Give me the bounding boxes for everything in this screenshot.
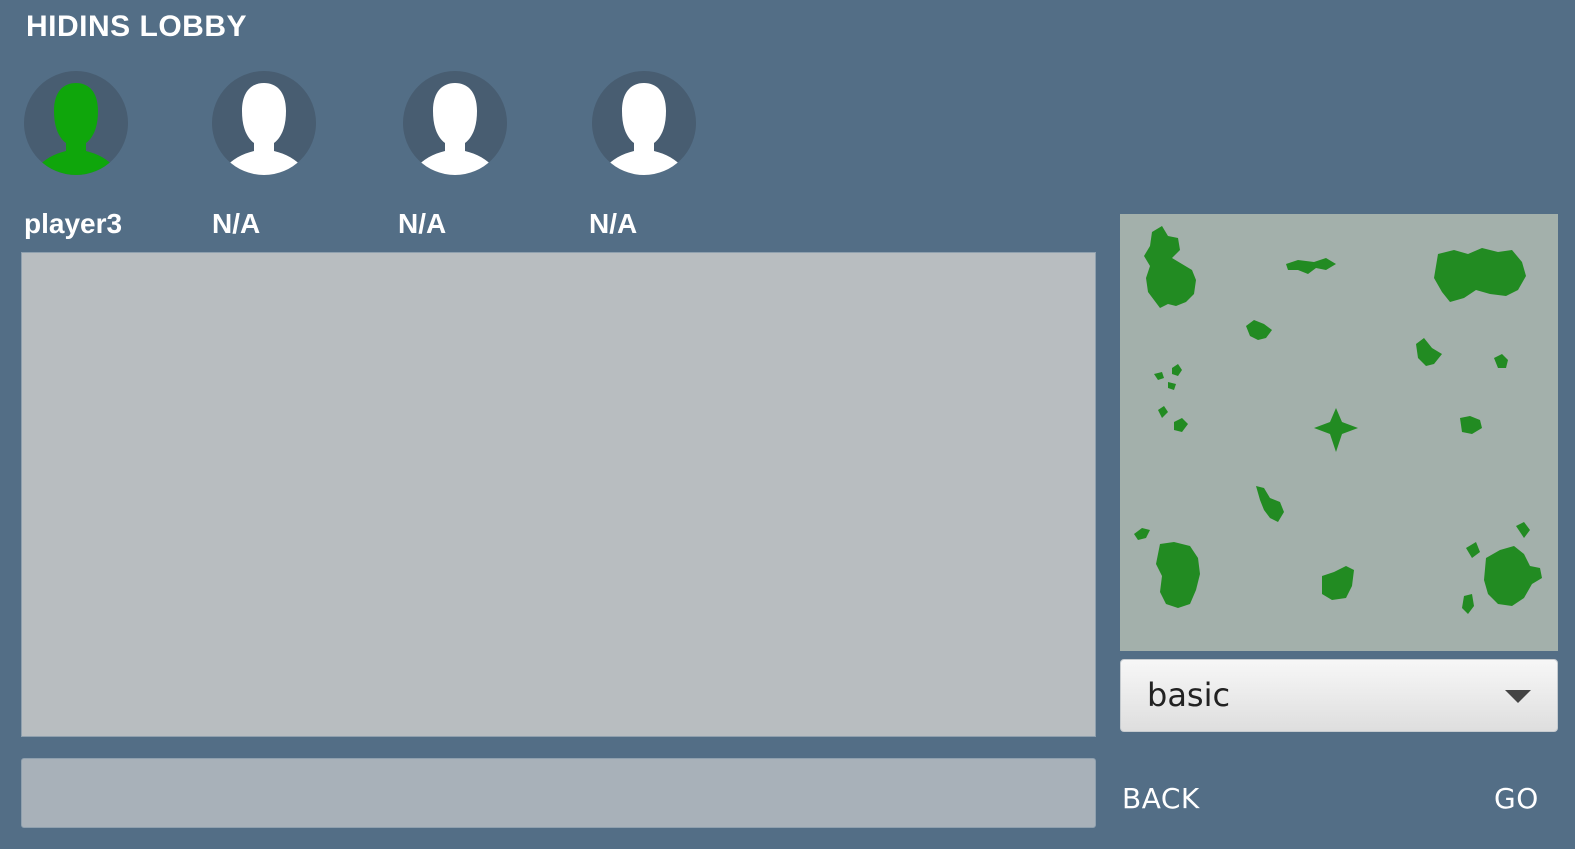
map-select-value: basic <box>1147 676 1231 714</box>
player-slot-2-avatar <box>212 71 316 175</box>
player-slot-1-avatar <box>24 71 128 175</box>
lobby-title: HIDINS LOBBY <box>26 10 248 43</box>
player-slot-3-avatar <box>403 71 507 175</box>
map-select-dropdown[interactable]: basic <box>1120 659 1558 732</box>
person-silhouette-icon <box>415 83 495 175</box>
go-button[interactable]: GO <box>1494 782 1539 815</box>
chat-log[interactable] <box>21 252 1096 737</box>
player-slot-1-name: player3 <box>24 208 123 239</box>
map-preview-image <box>1134 226 1542 614</box>
person-silhouette-icon <box>224 83 304 175</box>
chevron-down-icon <box>1505 690 1531 703</box>
map-preview <box>1120 214 1558 651</box>
chat-input[interactable] <box>21 758 1096 828</box>
person-silhouette-icon <box>36 83 116 175</box>
player-slot-2-name: N/A <box>212 208 261 239</box>
player-slot-4-avatar <box>592 71 696 175</box>
back-button[interactable]: BACK <box>1122 782 1200 815</box>
player-slot-4-name: N/A <box>589 208 638 239</box>
person-silhouette-icon <box>604 83 684 175</box>
player-slot-3-name: N/A <box>398 208 447 239</box>
